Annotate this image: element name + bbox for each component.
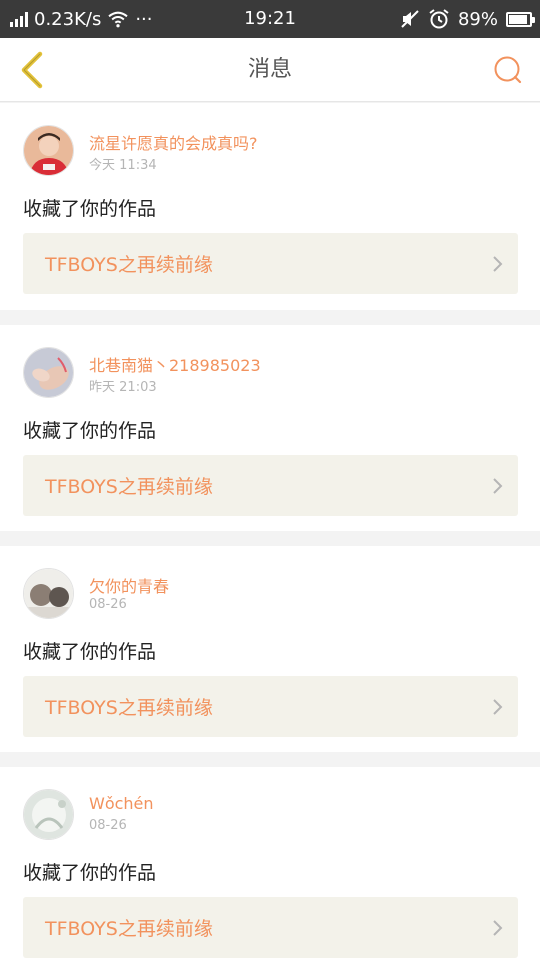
avatar[interactable] <box>23 789 74 840</box>
search-button[interactable] <box>488 50 528 90</box>
work-title: TFBOYS之再续前缘 <box>45 918 213 940</box>
work-title: TFBOYS之再续前缘 <box>45 254 213 276</box>
action-text: 收藏了你的作品 <box>23 198 157 220</box>
message-card: Wǒchén 08-26 收藏了你的作品 TFBOYS之再续前缘 <box>0 767 540 960</box>
action-text: 收藏了你的作品 <box>23 862 157 884</box>
work-link[interactable]: TFBOYS之再续前缘 <box>23 455 518 516</box>
page-title: 消息 <box>247 57 292 82</box>
message-card: 北巷南猫丶218985023 昨天 21:03 收藏了你的作品 TFBOYS之再… <box>0 325 540 531</box>
status-right: 89% <box>400 0 535 38</box>
avatar-image <box>24 790 73 839</box>
chevron-right-icon <box>478 477 518 495</box>
username[interactable]: 欠你的青春 <box>89 573 169 597</box>
message-meta: 08-26 <box>89 597 127 612</box>
message-meta: 08-26 <box>89 818 127 833</box>
work-link[interactable]: TFBOYS之再续前缘 <box>23 676 518 737</box>
message-meta: 昨天 21:03 <box>89 376 157 395</box>
message-day: 昨天 <box>89 380 116 395</box>
avatar[interactable] <box>23 125 74 176</box>
message-card: 欠你的青春 08-26 收藏了你的作品 TFBOYS之再续前缘 <box>0 546 540 752</box>
username[interactable]: 流星许愿真的会成真吗? <box>89 130 258 154</box>
battery-percent: 89% <box>457 8 498 30</box>
avatar[interactable] <box>23 568 74 619</box>
alarm-icon <box>429 9 449 29</box>
battery-icon <box>506 11 535 27</box>
message-time: 08-26 <box>89 818 127 833</box>
nav-bar: 消息 <box>0 38 540 102</box>
action-text: 收藏了你的作品 <box>23 420 157 442</box>
username[interactable]: Wǒchén <box>89 794 154 813</box>
work-link[interactable]: TFBOYS之再续前缘 <box>23 897 518 958</box>
avatar[interactable] <box>23 347 74 398</box>
search-icon <box>494 56 522 84</box>
message-time: 11:34 <box>119 158 157 173</box>
message-time: 08-26 <box>89 597 127 612</box>
avatar-image <box>24 569 73 618</box>
status-bar: 0.23K/s ··· 19:21 89% <box>0 0 540 38</box>
work-link[interactable]: TFBOYS之再续前缘 <box>23 233 518 294</box>
avatar-image <box>24 126 73 175</box>
work-title: TFBOYS之再续前缘 <box>45 697 213 719</box>
avatar-image <box>24 348 73 397</box>
username[interactable]: 北巷南猫丶218985023 <box>89 352 261 376</box>
chevron-right-icon <box>478 255 518 273</box>
mute-icon <box>401 10 419 28</box>
message-list: 流星许愿真的会成真吗? 今天 11:34 收藏了你的作品 TFBOYS之再续前缘… <box>0 103 540 960</box>
message-time: 21:03 <box>119 380 157 395</box>
message-day: 今天 <box>89 158 116 173</box>
work-title: TFBOYS之再续前缘 <box>45 476 213 498</box>
chevron-right-icon <box>478 698 518 716</box>
message-card: 流星许愿真的会成真吗? 今天 11:34 收藏了你的作品 TFBOYS之再续前缘 <box>0 103 540 310</box>
action-text: 收藏了你的作品 <box>23 641 157 663</box>
message-meta: 今天 11:34 <box>89 154 157 173</box>
chevron-right-icon <box>478 919 518 937</box>
